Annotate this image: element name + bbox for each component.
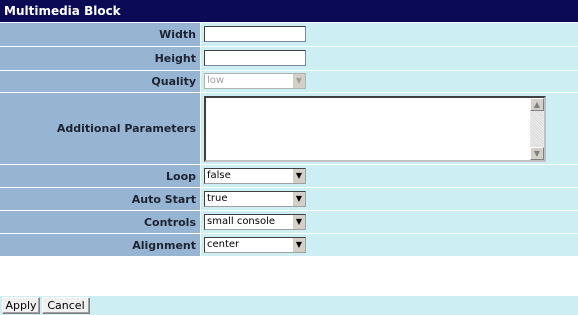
auto-start-cell: true ▼	[201, 188, 578, 210]
width-input[interactable]	[204, 26, 306, 42]
alignment-select[interactable]: center ▼	[204, 237, 306, 253]
controls-select[interactable]: small console ▼	[204, 214, 306, 230]
loop-row: Loop false ▼	[0, 165, 578, 187]
controls-label: Controls	[0, 211, 200, 233]
quality-cell: low ▼	[201, 71, 578, 92]
alignment-row: Alignment center ▼	[0, 234, 578, 256]
loop-cell: false ▼	[201, 165, 578, 187]
chevron-down-icon: ▼	[292, 169, 305, 183]
quality-select[interactable]: low ▼	[204, 73, 306, 89]
textarea-scrollbar[interactable]: ▲ ▼	[530, 98, 544, 160]
alignment-cell: center ▼	[201, 234, 578, 256]
empty-area	[0, 257, 578, 295]
controls-row: Controls small console ▼	[0, 211, 578, 233]
loop-select-value: false	[207, 170, 231, 181]
alignment-label: Alignment	[0, 234, 200, 256]
empty-label-area	[0, 257, 200, 295]
chevron-down-icon: ▼	[292, 74, 305, 88]
alignment-select-value: center	[207, 239, 240, 250]
empty-field-area	[201, 257, 578, 295]
loop-select[interactable]: false ▼	[204, 168, 306, 184]
cancel-button[interactable]: Cancel	[42, 297, 90, 314]
scrollbar-track[interactable]	[531, 111, 543, 147]
additional-parameters-cell: ▲ ▼	[201, 93, 578, 164]
controls-select-value: small console	[207, 216, 276, 227]
width-label: Width	[0, 23, 200, 46]
chevron-down-icon: ▼	[292, 215, 305, 229]
loop-label: Loop	[0, 165, 200, 187]
quality-select-value: low	[207, 75, 225, 86]
quality-label: Quality	[0, 71, 200, 92]
auto-start-select[interactable]: true ▼	[204, 191, 306, 207]
quality-row: Quality low ▼	[0, 71, 578, 92]
additional-parameters-row: Additional Parameters ▲ ▼	[0, 93, 578, 164]
apply-button[interactable]: Apply	[2, 297, 40, 314]
width-row: Width	[0, 23, 578, 46]
height-input[interactable]	[204, 50, 306, 66]
height-row: Height	[0, 47, 578, 70]
height-label: Height	[0, 47, 200, 70]
additional-parameters-textarea[interactable]: ▲ ▼	[204, 96, 546, 162]
additional-parameters-label: Additional Parameters	[0, 93, 200, 164]
height-cell	[201, 47, 578, 70]
auto-start-row: Auto Start true ▼	[0, 188, 578, 210]
auto-start-label: Auto Start	[0, 188, 200, 210]
arrow-down-icon[interactable]: ▼	[530, 147, 544, 160]
width-cell	[201, 23, 578, 46]
chevron-down-icon: ▼	[292, 192, 305, 206]
chevron-down-icon: ▼	[292, 238, 305, 252]
auto-start-select-value: true	[207, 193, 228, 204]
controls-cell: small console ▼	[201, 211, 578, 233]
arrow-up-icon[interactable]: ▲	[530, 98, 544, 111]
button-bar: Apply Cancel	[0, 296, 578, 315]
panel-title: Multimedia Block	[0, 0, 578, 22]
